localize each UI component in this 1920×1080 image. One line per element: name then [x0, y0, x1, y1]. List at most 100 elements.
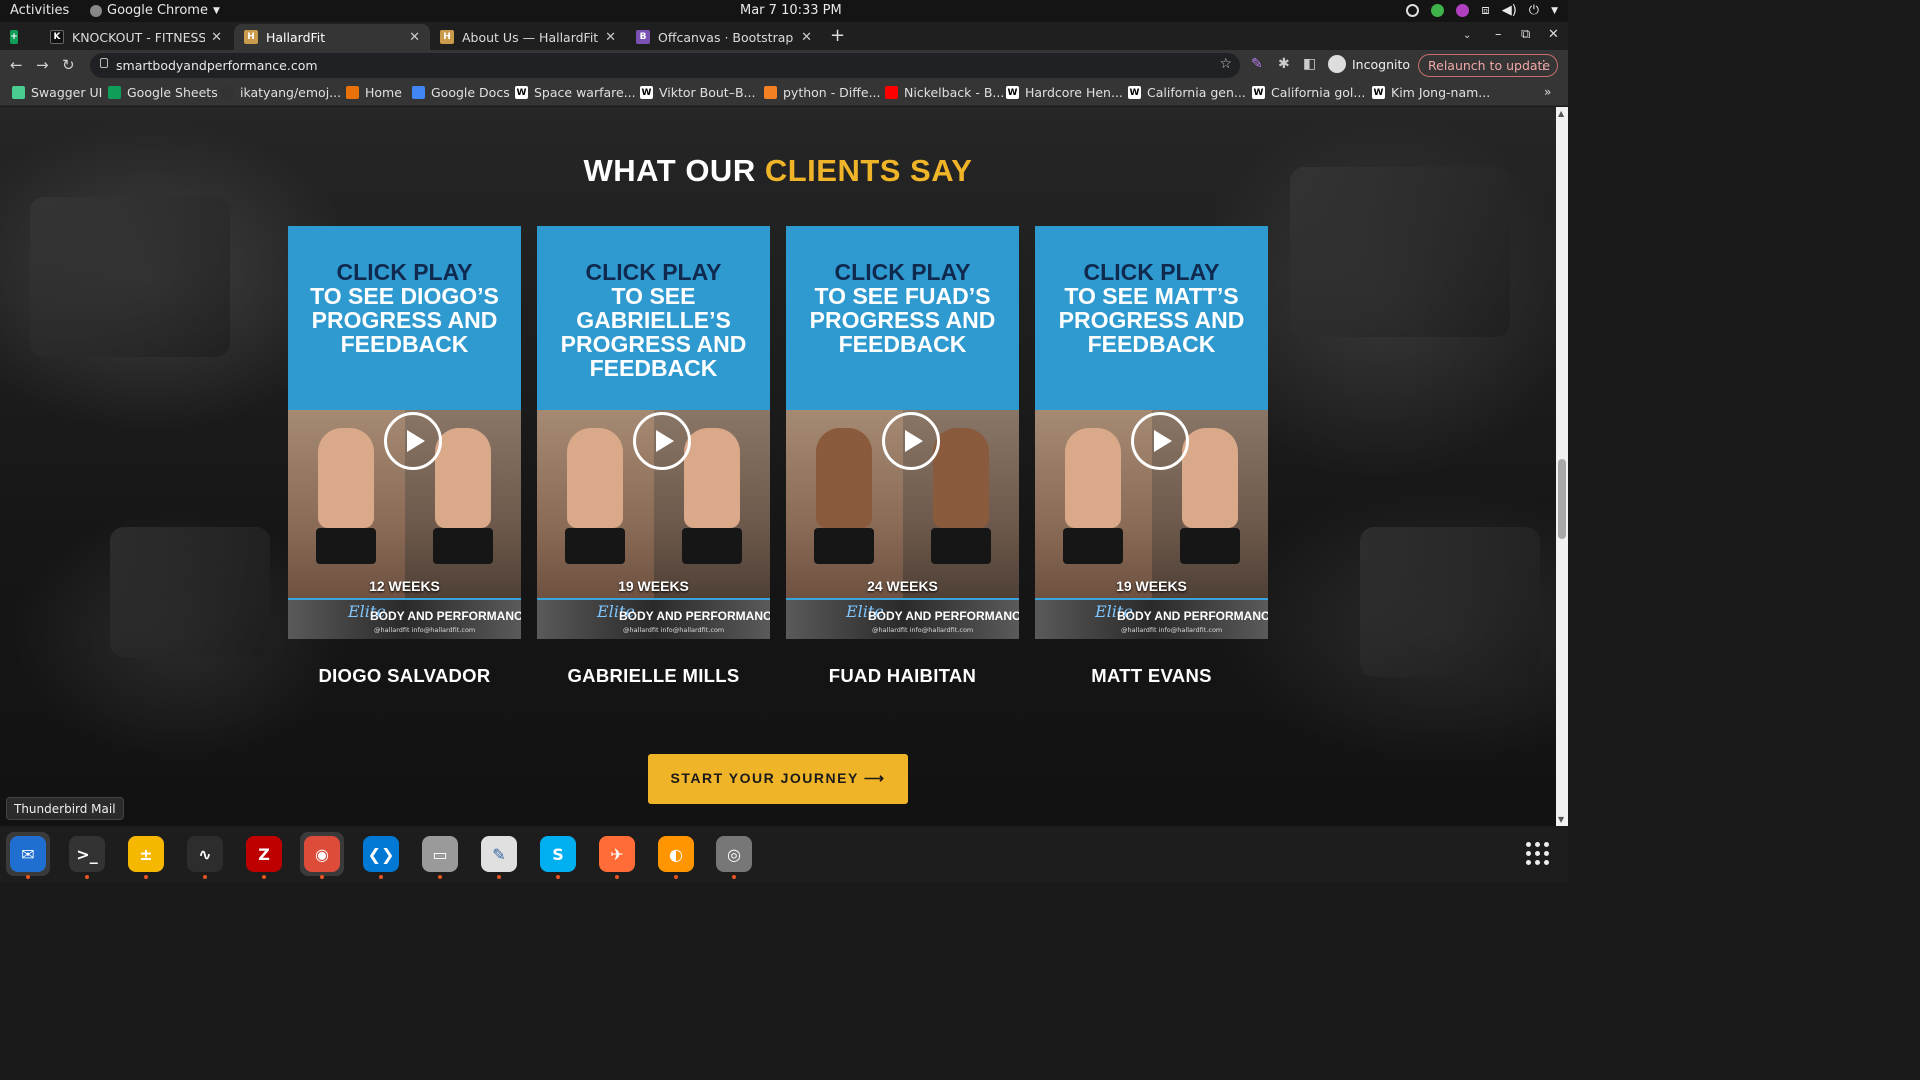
bookmark-item[interactable]: Google Docs	[412, 85, 510, 100]
address-bar[interactable]: smartbodyandperformance.com ☆	[90, 53, 1240, 78]
client-name: FUAD HAIBITAN	[828, 665, 977, 686]
puzzle-extensions-icon[interactable]: ✱	[1278, 56, 1290, 72]
bookmark-item[interactable]: ikatyang/emoj...	[221, 85, 341, 100]
bookmark-item[interactable]: Swagger UI	[12, 85, 102, 100]
bookmark-item[interactable]: W Viktor Bout–B...	[640, 85, 755, 100]
tab-knockout[interactable]: K KNOCKOUT - FITNESS KIC ✕	[40, 24, 232, 50]
tab-pinned-sheets[interactable]: +	[0, 24, 36, 50]
incognito-indicator[interactable]: Incognito	[1328, 55, 1410, 73]
wikipedia-icon: W	[1372, 86, 1385, 99]
chrome-icon: ◉	[304, 836, 340, 872]
minimize-icon[interactable]: –	[1495, 27, 1502, 42]
dock-item-calculator[interactable]: ±	[124, 832, 168, 879]
show-apps-icon[interactable]	[1526, 842, 1550, 866]
close-icon[interactable]: ✕	[409, 30, 420, 45]
wikipedia-icon: W	[640, 86, 653, 99]
tab-bootstrap[interactable]: B Offcanvas · Bootstrap v5. ✕	[626, 24, 822, 50]
volume-icon[interactable]: ◀)	[1502, 3, 1517, 18]
pen-extension-icon[interactable]: ✎	[1251, 56, 1263, 72]
tab-search-icon[interactable]: ⌄	[1463, 30, 1471, 41]
bookmark-item[interactable]: python - Diffe...	[764, 85, 881, 100]
running-indicator	[732, 875, 736, 879]
scrollbar-thumb[interactable]	[1558, 459, 1566, 539]
dock-item-skype[interactable]: S	[536, 832, 580, 879]
running-indicator	[262, 875, 266, 879]
network-icon[interactable]: ⧈	[1481, 3, 1489, 18]
clock[interactable]: Mar 7 10:33 PM	[740, 3, 842, 18]
dock-item-text-editor[interactable]: ✎	[477, 832, 521, 879]
dock-item-terminal[interactable]: >_	[65, 832, 109, 879]
back-icon[interactable]: ←	[10, 56, 23, 74]
forward-icon[interactable]: →	[36, 56, 49, 74]
app-indicator-icon[interactable]	[1456, 4, 1470, 17]
dock-item-vscode[interactable]: ❮❯	[359, 832, 403, 879]
shield-check-icon[interactable]	[1431, 4, 1445, 17]
body-figure	[932, 428, 989, 528]
side-panel-icon[interactable]: ◧	[1303, 56, 1316, 72]
testimonial-video-card[interactable]: CLICK PLAY TO SEE DIOGO’S PROGRESS AND FE…	[288, 226, 521, 639]
client-name: DIOGO SALVADOR	[318, 665, 491, 686]
dock-tooltip: Thunderbird Mail	[6, 797, 124, 820]
running-indicator	[674, 875, 678, 879]
bookmark-star-icon[interactable]: ☆	[1219, 56, 1232, 72]
tab-hallardfit[interactable]: H HallardFit ✕	[234, 24, 430, 50]
tab-title: About Us — HallardFit	[462, 29, 599, 45]
update-icon[interactable]	[1406, 4, 1420, 17]
scroll-up-icon[interactable]: ▲	[1558, 109, 1564, 118]
dock-item-system-monitor[interactable]: ∿	[183, 832, 227, 879]
play-icon[interactable]	[882, 412, 940, 470]
testimonial-video-card[interactable]: CLICK PLAY TO SEE GABRIELLE’S PROGRESS AN…	[537, 226, 770, 639]
tab-about-us[interactable]: H About Us — HallardFit ✕	[430, 24, 626, 50]
incognito-icon	[1328, 55, 1346, 73]
close-icon[interactable]: ✕	[211, 30, 222, 45]
dock-item-postman[interactable]: ✈	[595, 832, 639, 879]
lock-icon[interactable]	[100, 58, 108, 68]
brand-contacts: @hallardfit info@hallardfit.com	[623, 626, 725, 634]
close-icon[interactable]: ✕	[605, 30, 616, 45]
new-tab-button[interactable]: +	[830, 25, 845, 46]
system-tray[interactable]: ⧈ ◀) ⏻ ▼	[1406, 3, 1558, 18]
scroll-down-icon[interactable]: ▼	[1558, 815, 1564, 824]
power-icon[interactable]: ⏻	[1529, 3, 1539, 18]
bookmarks-overflow-icon[interactable]: »	[1544, 85, 1551, 99]
start-journey-button[interactable]: START YOUR JOURNEY ⟶	[648, 754, 908, 804]
play-icon[interactable]	[633, 412, 691, 470]
app-menu[interactable]: Google Chrome ▼	[90, 3, 220, 18]
bookmark-item[interactable]: Google Sheets	[108, 85, 218, 100]
dock-item-files[interactable]: ▭	[418, 832, 462, 879]
play-icon[interactable]	[1131, 412, 1189, 470]
maximize-icon[interactable]: ⧉	[1521, 27, 1530, 42]
bookmark-item[interactable]: Home	[346, 85, 402, 100]
dock-item-filezilla[interactable]: Z	[242, 832, 286, 879]
reload-icon[interactable]: ↻	[62, 56, 75, 74]
bookmark-item[interactable]: W Hardcore Hen...	[1006, 85, 1123, 100]
brand-title: BODY AND PERFORMANCE	[1117, 609, 1268, 623]
play-icon[interactable]	[384, 412, 442, 470]
relaunch-button[interactable]: Relaunch to update ⋮	[1418, 54, 1558, 77]
page-scrollbar[interactable]: ▲ ▼	[1556, 107, 1568, 826]
close-window-icon[interactable]: ✕	[1548, 27, 1559, 42]
dock-item-thunderbird[interactable]: ✉	[6, 832, 50, 879]
url-text[interactable]: smartbodyandperformance.com	[116, 58, 318, 73]
testimonial-video-card[interactable]: CLICK PLAY TO SEE MATT’S PROGRESS AND FEE…	[1035, 226, 1268, 639]
bookmark-item[interactable]: W Kim Jong-nam...	[1372, 85, 1490, 100]
close-icon[interactable]: ✕	[801, 30, 812, 45]
chevron-down-icon[interactable]: ▼	[1551, 6, 1558, 16]
weeks-label: 12 WEEKS	[369, 578, 440, 594]
running-indicator	[85, 875, 89, 879]
activities-button[interactable]: Activities	[10, 3, 69, 18]
bookmarks-bar: Swagger UI Google Sheets ikatyang/emoj... H…	[0, 82, 1568, 106]
bookmark-item[interactable]: Nickelback - B...	[885, 85, 1004, 100]
bookmark-item[interactable]: W California gol...	[1252, 85, 1365, 100]
running-indicator	[615, 875, 619, 879]
body-figure	[1063, 528, 1124, 564]
dock-item-chrome[interactable]: ◉	[300, 832, 344, 879]
bookmark-item[interactable]: W California gen...	[1128, 85, 1246, 100]
vscode-icon: ❮❯	[363, 836, 399, 872]
testimonial-video-card[interactable]: CLICK PLAY TO SEE FUAD’S PROGRESS AND FEE…	[786, 226, 1019, 639]
dock-item-disk-utility[interactable]: ◎	[712, 832, 756, 879]
running-indicator	[497, 875, 501, 879]
dock-item-firefox-dev[interactable]: ◐	[654, 832, 698, 879]
card-caption-line1: CLICK PLAY	[585, 259, 722, 285]
bookmark-item[interactable]: W Space warfare...	[515, 85, 636, 100]
